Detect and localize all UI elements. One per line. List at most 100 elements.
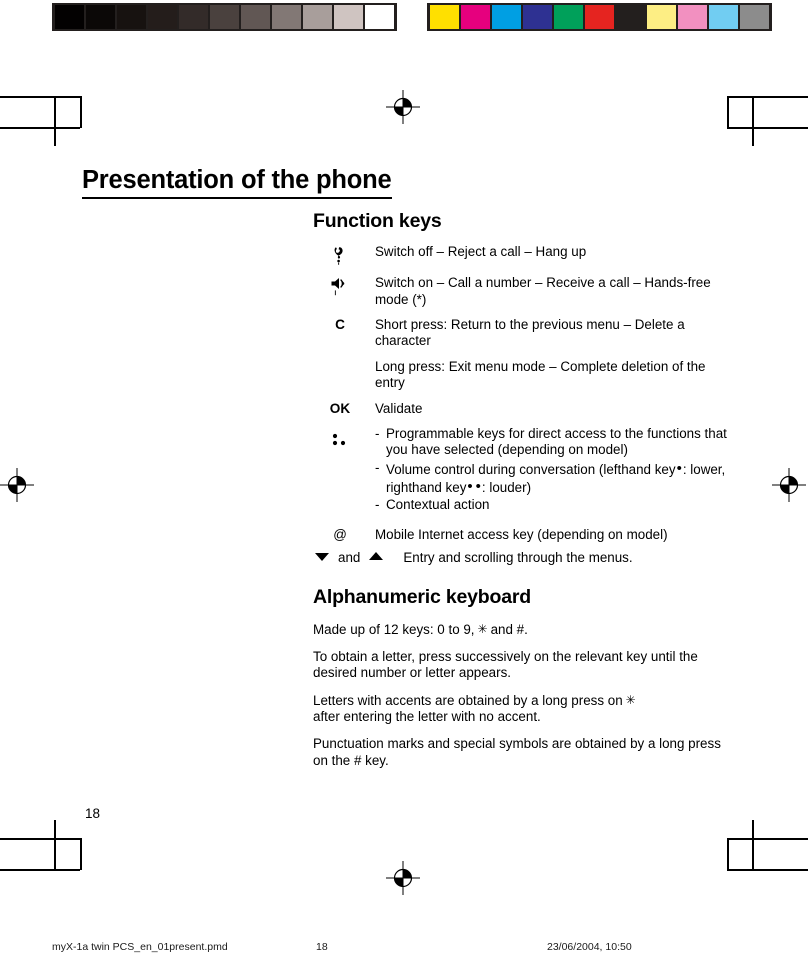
function-key-description: Switch off – Reject a call – Hang up [375,244,587,260]
function-key-row-soft-keys: - Programmable keys for direct access to… [313,426,733,515]
list-item: - Programmable keys for direct access to… [375,426,733,459]
soft-keys-list: - Programmable keys for direct access to… [375,426,733,514]
function-key-row-speaker: Switch on – Call a number – Receive a ca… [313,275,733,308]
function-key-row-hangup: Switch off – Reject a call – Hang up [313,244,733,266]
function-key-row-at: @ Mobile Internet access key (depending … [313,527,733,543]
color-swatch-2 [492,5,521,29]
color-swatch-7 [647,5,676,29]
crop-mark-bottom-right-vertical [752,838,754,870]
list-item-text: Contextual action [386,497,490,513]
paragraph-text-after: and #. [490,621,528,637]
hangup-phone-icon [334,247,343,266]
crop-mark-bottom-right-horizontal [727,838,808,840]
key-label-ok: OK [329,400,351,416]
key-icon-cell [313,426,375,515]
crop-mark-top-left-vertical [54,96,56,128]
crop-mark-bottom-right-vertical-2 [727,838,729,870]
list-item: - Volume control during conversation (le… [375,460,733,497]
key-label-c: C [335,317,345,333]
paragraph-accents: Letters with accents are obtained by a l… [313,693,733,726]
grayscale-swatch-7 [272,5,301,29]
color-swatch-8 [678,5,707,29]
color-swatch-9 [709,5,738,29]
grayscale-swatch-2 [117,5,146,29]
registration-mark-bottom [386,861,420,895]
arrows-description: Entry and scrolling through the menus. [403,550,633,566]
footer-page-number: 18 [316,941,328,953]
paragraph-obtain-letter: To obtain a letter, press successively o… [313,648,698,681]
paragraph-keys-count: Made up of 12 keys: 0 to 9, ✳ and #. [313,622,733,638]
registration-mark-left [0,468,34,502]
volume-text-c: : louder) [481,480,532,496]
crop-mark-bottom-left-vertical [54,838,56,870]
function-key-row-c: C Short press: Return to the previous me… [313,317,733,350]
function-key-description: Short press: Return to the previous menu… [375,317,685,349]
arrow-down-icon [315,553,329,562]
function-key-description: Long press: Exit menu mode – Complete de… [375,358,706,391]
speaker-call-icon [331,278,345,296]
function-key-description: Switch on – Call a number – Receive a ca… [375,275,711,307]
color-swatch-10 [740,5,769,29]
grayscale-swatch-3 [148,5,177,29]
page-content: Function keys Switch off – Reject a call… [313,210,733,780]
grayscale-swatch-1 [86,5,115,29]
section-heading-function-keys: Function keys [313,210,442,232]
registration-mark-right [772,468,806,502]
dash-bullet: - [375,426,380,442]
key-label-cell-empty [313,359,375,392]
function-key-row-ok: OK Validate [313,401,733,418]
color-swatch-5 [585,5,614,29]
page-number: 18 [85,806,101,821]
list-item: - Contextual action [375,497,733,513]
key-icon-cell [313,275,375,308]
paragraph-punctuation: Punctuation marks and special symbols ar… [313,736,721,768]
grayscale-swatch-4 [179,5,208,29]
section-heading-alphanumeric-keyboard: Alphanumeric keyboard [313,586,531,609]
registration-mark-top [386,90,420,124]
key-label-cell: C [313,317,375,350]
crop-mark-top-left-horizontal [0,96,80,98]
grayscale-swatch-8 [303,5,332,29]
color-swatch-0 [430,5,459,29]
crop-mark-bottom-right-vertical-3 [752,820,754,839]
color-swatch-1 [461,5,490,29]
arrow-up-icon [369,552,384,561]
crop-mark-bottom-left-horizontal [0,838,80,840]
footer-filename: myX-1a twin PCS_en_01present.pmd [52,941,228,953]
grayscale-calibration-bar [52,3,397,31]
crop-mark-bottom-left-vertical-3 [54,820,56,839]
function-key-row-c-longpress: Long press: Exit menu mode – Complete de… [313,359,733,392]
grayscale-swatch-0 [55,5,84,29]
grayscale-swatch-5 [210,5,239,29]
three-dots-soft-keys-icon [332,433,346,446]
crop-mark-top-right-vertical [752,96,754,128]
list-item-text: Programmable keys for direct access to t… [386,426,727,458]
grayscale-swatch-9 [334,5,363,29]
crop-mark-top-right-vertical-3 [752,128,754,146]
key-label-cell: @ [313,527,375,543]
crop-mark-bottom-left-horizontal-2 [0,869,80,871]
volume-text-a: Volume control during conversation (left… [386,461,676,477]
dash-bullet: - [375,459,380,475]
single-dot-icon: • [676,459,682,477]
paragraph-text-after: after entering the letter with no accent… [313,708,541,724]
crop-mark-bottom-right-horizontal-2 [727,869,808,871]
function-key-row-arrows: and Entry and scrolling through the menu… [313,550,733,565]
footer-timestamp: 23/06/2004, 10:50 [547,941,632,953]
dash-bullet: - [375,497,380,513]
crop-mark-top-left-vertical-3 [54,128,56,146]
crop-mark-top-right-vertical-2 [727,96,729,128]
double-dot-icon: • • [467,478,481,496]
key-label-at: @ [333,526,347,542]
crop-mark-top-right-horizontal [727,96,808,98]
crop-mark-top-left-vertical-2 [80,96,82,128]
page-title: Presentation of the phone [82,167,392,199]
paragraph-text-before: Made up of 12 keys: 0 to 9, [313,621,475,637]
crop-mark-bottom-left-vertical-2 [80,838,82,870]
soft-keys-description: - Programmable keys for direct access to… [375,426,733,515]
key-label-cell: OK [313,401,375,418]
color-calibration-bar [427,3,772,31]
color-swatch-6 [616,5,645,29]
key-icon-cell [313,244,375,266]
color-swatch-3 [523,5,552,29]
